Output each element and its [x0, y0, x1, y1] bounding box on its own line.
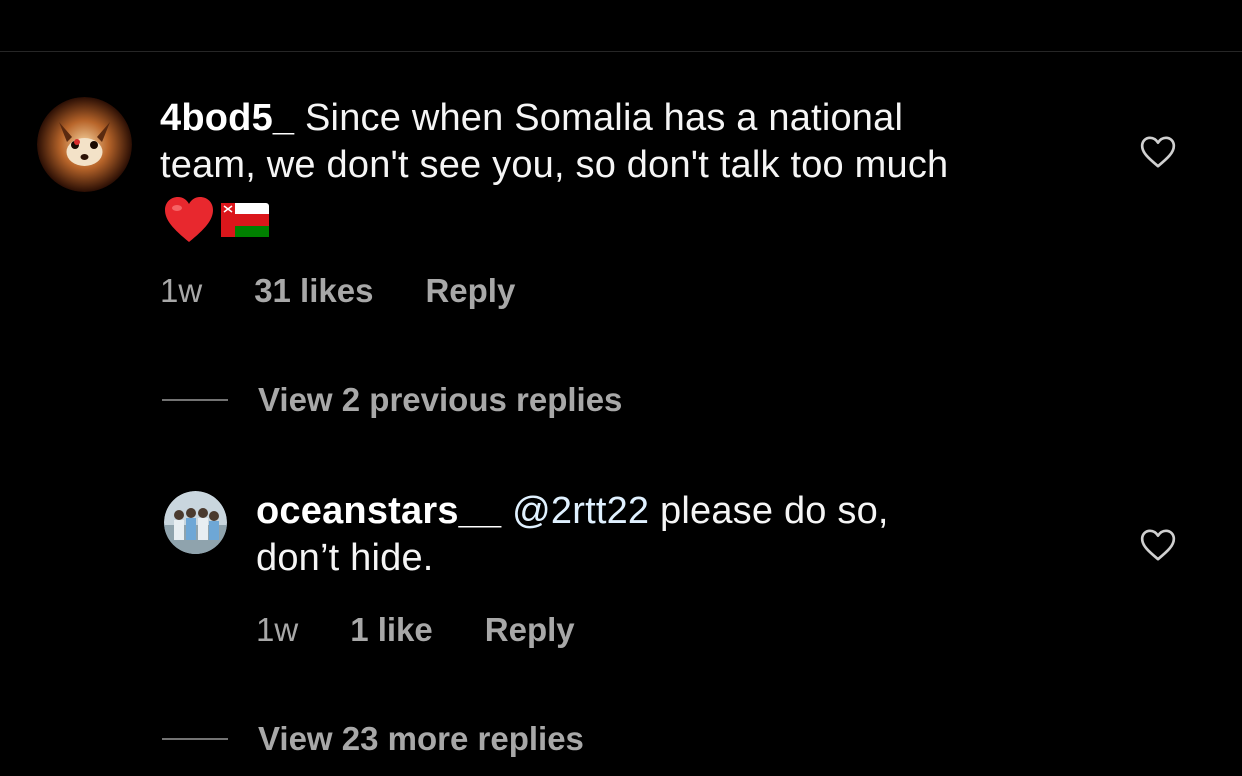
like-heart-icon[interactable] — [1138, 132, 1178, 172]
thread-line — [162, 399, 228, 401]
oman-flag-emoji-icon — [221, 203, 269, 242]
reply-text-line2: don’t hide. — [256, 537, 434, 579]
reply-button[interactable]: Reply — [425, 272, 515, 310]
view-previous-replies-label: View 2 previous replies — [258, 381, 623, 418]
comment-text-line1: Since when Somalia has a national — [305, 97, 904, 139]
top-divider — [0, 51, 1242, 52]
comment-username[interactable]: 4bod5_ — [160, 97, 294, 139]
reply-reply-button[interactable]: Reply — [485, 611, 575, 649]
view-more-replies-button[interactable]: View 23 more replies — [162, 720, 584, 758]
reply-likes[interactable]: 1 like — [350, 611, 433, 649]
view-previous-replies-button[interactable]: View 2 previous replies — [162, 381, 622, 419]
comment-likes[interactable]: 31 likes — [254, 272, 373, 310]
comment-text-line2: team, we don't see you, so don't talk to… — [160, 144, 949, 186]
thread-line-2 — [162, 738, 228, 740]
avatar-4bod5[interactable] — [37, 97, 132, 192]
view-more-replies-label: View 23 more replies — [258, 720, 584, 757]
comment-time: 1w — [160, 272, 203, 309]
reply-meta: 1w 1 like Reply — [256, 611, 575, 649]
reply-text-line1: please do so, — [649, 490, 889, 532]
avatar-oceanstars[interactable] — [164, 491, 227, 554]
reply-body: oceanstars__ @2rtt22 please do so, don’t… — [256, 488, 1116, 582]
comment-body: 4bod5_ Since when Somalia has a national… — [160, 95, 1120, 189]
red-heart-emoji-icon — [163, 196, 215, 249]
reply-time: 1w — [256, 611, 299, 648]
reply-like-heart-icon[interactable] — [1138, 525, 1178, 565]
comment-emojis — [163, 196, 269, 249]
reply-username[interactable]: oceanstars__ — [256, 490, 501, 532]
reply-mention[interactable]: @2rtt22 — [512, 490, 649, 532]
comment-meta: 1w 31 likes Reply — [160, 272, 515, 310]
